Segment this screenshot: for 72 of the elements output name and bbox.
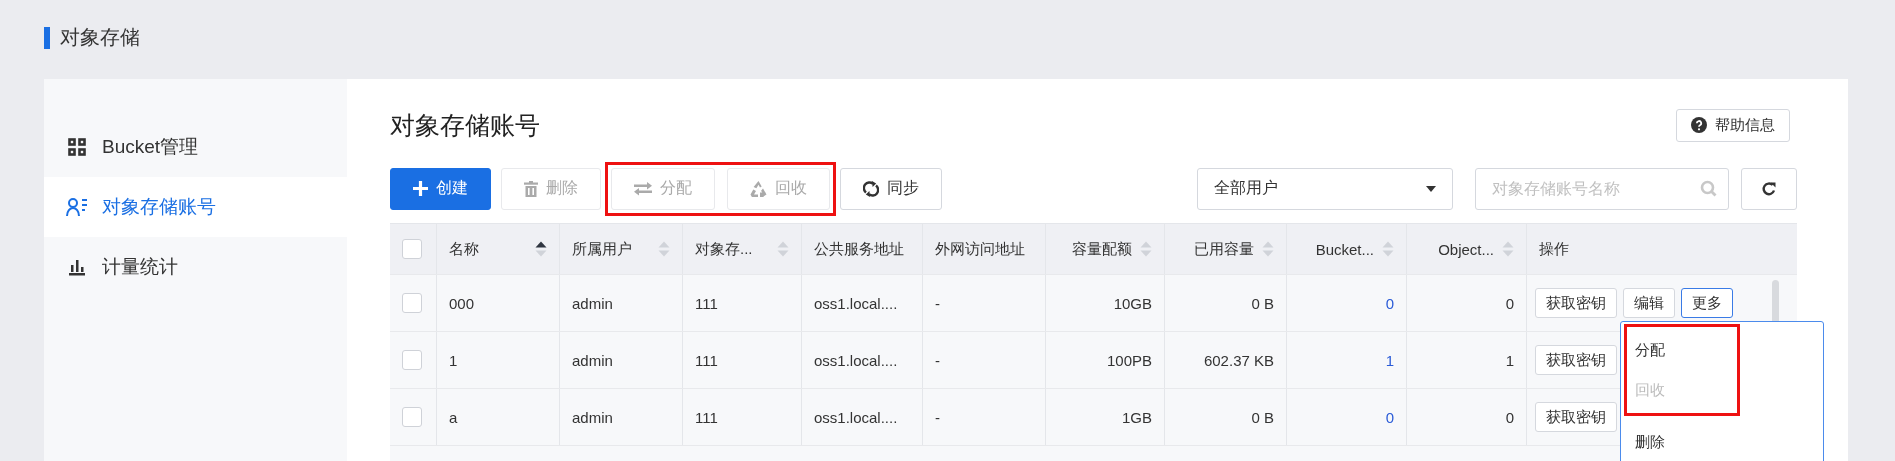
- table-cell: 111: [695, 408, 718, 426]
- row-checkbox[interactable]: [402, 293, 422, 313]
- trash-icon: [524, 180, 538, 197]
- table-cell: admin: [572, 294, 613, 312]
- column-header[interactable]: 公共服务地址: [802, 224, 923, 274]
- column-header[interactable]: 容量配额: [1046, 224, 1165, 274]
- table-cell: -: [935, 294, 940, 312]
- toolbar-button[interactable]: 同步: [840, 167, 942, 210]
- sync-icon: [863, 180, 879, 197]
- table-cell: 1GB: [1122, 408, 1152, 426]
- table-cell: admin: [572, 408, 613, 426]
- user-filter-select[interactable]: 全部用户: [1197, 167, 1453, 210]
- column-header[interactable]: Object...: [1407, 224, 1527, 274]
- row-action-button[interactable]: 获取密钥: [1535, 345, 1617, 375]
- column-header[interactable]: 对象存...: [683, 224, 802, 274]
- sidebar-item[interactable]: Bucket管理: [44, 117, 347, 177]
- menu-item[interactable]: 删除: [1621, 416, 1823, 461]
- search-field[interactable]: 对象存储账号名称: [1475, 167, 1729, 210]
- column-header[interactable]: Bucket...: [1287, 224, 1407, 274]
- user-list-icon: [66, 197, 88, 217]
- column-header[interactable]: 所属用户: [560, 224, 683, 274]
- page-title: 对象存储: [60, 25, 140, 50]
- bucket-count-link[interactable]: 1: [1385, 351, 1394, 369]
- table-cell: 1: [1505, 351, 1514, 369]
- bucket-count-link[interactable]: 0: [1385, 408, 1394, 426]
- table-cell: oss1.local....: [814, 408, 898, 426]
- table-cell: 0: [1505, 294, 1514, 312]
- sidebar-item[interactable]: 计量统计: [44, 237, 347, 297]
- toolbar-button[interactable]: 创建: [390, 167, 491, 210]
- section-title: 对象存储账号: [390, 109, 540, 141]
- column-header[interactable]: 外网访问地址: [923, 224, 1046, 274]
- column-header[interactable]: 已用容量: [1165, 224, 1287, 274]
- refresh-icon: [1761, 180, 1777, 197]
- column-header[interactable]: 操作: [1527, 224, 1797, 274]
- table-cell: 100PB: [1106, 351, 1152, 369]
- help-button[interactable]: 帮助信息: [1676, 108, 1790, 142]
- grid-icon: [66, 138, 88, 156]
- table-cell: oss1.local....: [814, 294, 898, 312]
- plus-icon: [413, 181, 428, 196]
- table-cell: 111: [695, 351, 718, 369]
- table-cell: 0 B: [1251, 294, 1274, 312]
- select-all-checkbox[interactable]: [402, 239, 422, 259]
- table-cell: 1: [449, 351, 458, 369]
- table-cell: 602.37 KB: [1203, 351, 1274, 369]
- row-action-button[interactable]: 获取密钥: [1535, 288, 1617, 318]
- dropdown-caret-icon: [1426, 185, 1436, 192]
- bucket-count-link[interactable]: 0: [1385, 294, 1394, 312]
- table-cell: -: [935, 351, 940, 369]
- table-cell: oss1.local....: [814, 351, 898, 369]
- sidebar-item[interactable]: 对象存储账号: [44, 177, 347, 237]
- title-accent-bar: [44, 26, 50, 49]
- row-checkbox[interactable]: [402, 350, 422, 370]
- refresh-button[interactable]: [1741, 167, 1797, 210]
- table-cell: a: [449, 408, 458, 426]
- swap-arrows-icon: [634, 181, 652, 196]
- column-header[interactable]: 名称: [437, 224, 560, 274]
- menu-item[interactable]: 分配: [1627, 330, 1737, 370]
- row-action-button[interactable]: 更多: [1681, 288, 1733, 318]
- table-cell: 0: [1505, 408, 1514, 426]
- recycle-icon: [750, 180, 767, 197]
- table-cell: 000: [449, 294, 475, 312]
- table-cell: -: [935, 408, 940, 426]
- row-action-button[interactable]: 编辑: [1623, 288, 1675, 318]
- table-cell: admin: [572, 351, 613, 369]
- help-icon: [1691, 117, 1707, 133]
- search-icon: [1700, 179, 1717, 197]
- table-cell: 111: [695, 294, 718, 312]
- bar-chart-icon: [66, 258, 88, 276]
- table-cell: 0 B: [1251, 408, 1274, 426]
- row-checkbox[interactable]: [402, 407, 422, 427]
- table-cell: 10GB: [1113, 294, 1152, 312]
- row-action-button[interactable]: 获取密钥: [1535, 402, 1617, 432]
